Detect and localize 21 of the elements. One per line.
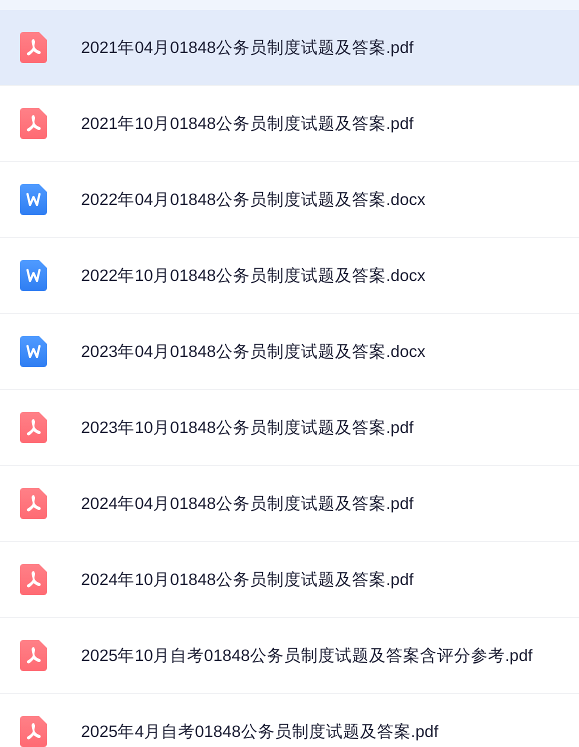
word-file-icon	[20, 336, 47, 367]
word-file-icon	[20, 260, 47, 291]
file-name: 2022年04月01848公务员制度试题及答案.docx	[81, 190, 426, 210]
file-name: 2022年10月01848公务员制度试题及答案.docx	[81, 266, 426, 286]
file-row[interactable]: 2021年04月01848公务员制度试题及答案.pdf	[0, 10, 579, 86]
pdf-file-icon	[20, 640, 47, 671]
pdf-file-icon	[20, 412, 47, 443]
pdf-file-icon	[20, 564, 47, 595]
file-name: 2021年04月01848公务员制度试题及答案.pdf	[81, 38, 414, 58]
file-name: 2025年10月自考01848公务员制度试题及答案含评分参考.pdf	[81, 646, 532, 666]
file-name: 2023年10月01848公务员制度试题及答案.pdf	[81, 418, 414, 438]
file-name: 2021年10月01848公务员制度试题及答案.pdf	[81, 114, 414, 134]
pdf-file-icon	[20, 716, 47, 747]
pdf-file-icon	[20, 32, 47, 63]
file-name: 2023年04月01848公务员制度试题及答案.docx	[81, 342, 426, 362]
pdf-file-icon	[20, 488, 47, 519]
file-name: 2024年04月01848公务员制度试题及答案.pdf	[81, 494, 414, 514]
word-file-icon	[20, 184, 47, 215]
pdf-file-icon	[20, 108, 47, 139]
file-name: 2024年10月01848公务员制度试题及答案.pdf	[81, 570, 414, 590]
file-name: 2025年4月自考01848公务员制度试题及答案.pdf	[81, 722, 438, 742]
